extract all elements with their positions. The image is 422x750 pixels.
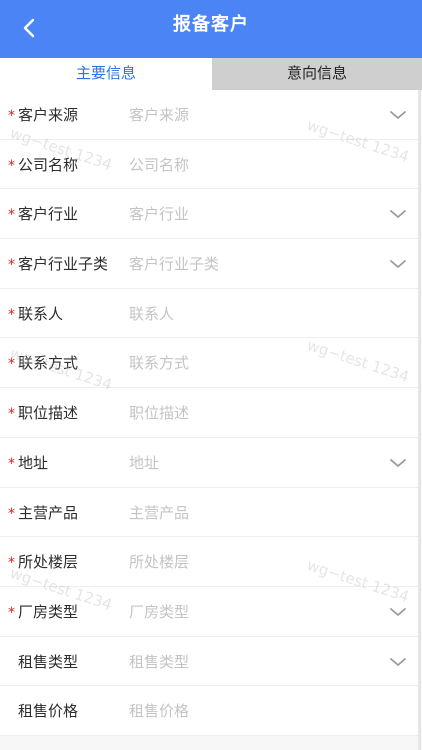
customer-form: *客户来源*公司名称*客户行业*客户行业子类*联系人*联系方式*职位描述*地址*…	[0, 90, 418, 736]
form-row[interactable]: * 公司名称	[0, 140, 418, 190]
chevron-down-icon[interactable]	[388, 204, 408, 224]
form-row[interactable]: * 联系方式	[0, 338, 418, 389]
required-mark: *	[8, 108, 15, 124]
field-label-text: 客户行业	[18, 205, 79, 224]
text-input[interactable]	[129, 300, 369, 327]
chevron-down-icon[interactable]	[388, 105, 408, 125]
chevron-down-icon[interactable]	[388, 254, 408, 274]
required-mark: *	[8, 356, 15, 373]
field-label-text: 租售类型	[18, 652, 79, 671]
field-label: * 联系方式	[8, 338, 78, 389]
form-row[interactable]: * 联系人	[0, 289, 418, 339]
form-row[interactable]: 租售类型	[0, 637, 418, 687]
form-row[interactable]: * 客户行业子类	[0, 239, 418, 289]
required-mark: *	[8, 207, 15, 224]
page-title: 报备客户	[173, 14, 249, 35]
field-label: 租售类型	[8, 637, 78, 687]
field-label: * 厂房类型	[8, 587, 78, 638]
required-mark: *	[8, 406, 15, 423]
required-mark: *	[8, 455, 15, 472]
field-label-text: 主营产品	[18, 503, 79, 522]
text-input[interactable]	[129, 499, 369, 526]
field-label-text: 客户来源	[18, 106, 79, 124]
select-field[interactable]	[129, 648, 369, 675]
text-input[interactable]	[129, 151, 369, 178]
scrollbar[interactable]	[418, 90, 421, 750]
field-label-text: 职位描述	[18, 404, 79, 423]
form-row[interactable]: * 客户行业	[0, 189, 418, 240]
field-label: * 客户来源	[8, 90, 78, 141]
text-input[interactable]	[129, 698, 369, 725]
field-label: * 联系人	[8, 289, 63, 340]
form-row[interactable]: * 客户来源	[0, 90, 418, 140]
field-label: * 客户行业子类	[8, 239, 108, 290]
form-row[interactable]: * 所处楼层	[0, 537, 418, 587]
tab-intent-info[interactable]: 意向信息	[212, 56, 422, 90]
chevron-down-icon[interactable]	[388, 602, 408, 622]
field-label-text: 联系方式	[18, 354, 79, 373]
select-field[interactable]	[129, 598, 369, 625]
field-label-text: 厂房类型	[18, 602, 79, 621]
field-label-text: 客户行业子类	[18, 255, 109, 274]
select-field[interactable]	[129, 251, 369, 278]
field-label: 租售价格	[8, 686, 78, 736]
text-input[interactable]	[129, 400, 369, 427]
text-input[interactable]	[129, 549, 369, 576]
field-label-text: 租售价格	[18, 702, 79, 721]
field-label: * 所处楼层	[8, 537, 78, 588]
form-row[interactable]: * 厂房类型	[0, 587, 418, 637]
field-label: * 职位描述	[8, 388, 78, 439]
required-mark: *	[8, 306, 15, 323]
required-mark: *	[8, 157, 15, 174]
chevron-down-icon[interactable]	[388, 453, 408, 473]
tab-bar: 主要信息 意向信息	[0, 56, 422, 90]
field-label: * 地址	[8, 438, 48, 489]
required-mark: *	[8, 505, 15, 522]
app-header: 报备客户	[0, 0, 422, 56]
field-label: * 公司名称	[8, 140, 78, 191]
form-row[interactable]: * 主营产品	[0, 488, 418, 538]
required-mark: *	[8, 604, 15, 621]
required-mark: *	[8, 555, 15, 572]
form-row[interactable]: 租售价格	[0, 686, 418, 736]
field-label-text: 联系人	[18, 304, 64, 323]
tab-main-info[interactable]: 主要信息	[0, 56, 212, 90]
field-label: * 客户行业	[8, 189, 78, 240]
field-label-text: 公司名称	[18, 155, 79, 174]
text-input[interactable]	[129, 350, 369, 377]
chevron-down-icon[interactable]	[388, 652, 408, 672]
select-field[interactable]	[129, 201, 369, 228]
select-field[interactable]	[129, 449, 369, 476]
form-row[interactable]: * 地址	[0, 438, 418, 488]
field-label-text: 所处楼层	[18, 553, 79, 572]
form-row[interactable]: * 职位描述	[0, 388, 418, 438]
required-mark: *	[8, 257, 15, 274]
field-label-text: 地址	[18, 453, 49, 472]
field-label: * 主营产品	[8, 488, 78, 539]
select-field[interactable]	[129, 102, 369, 128]
